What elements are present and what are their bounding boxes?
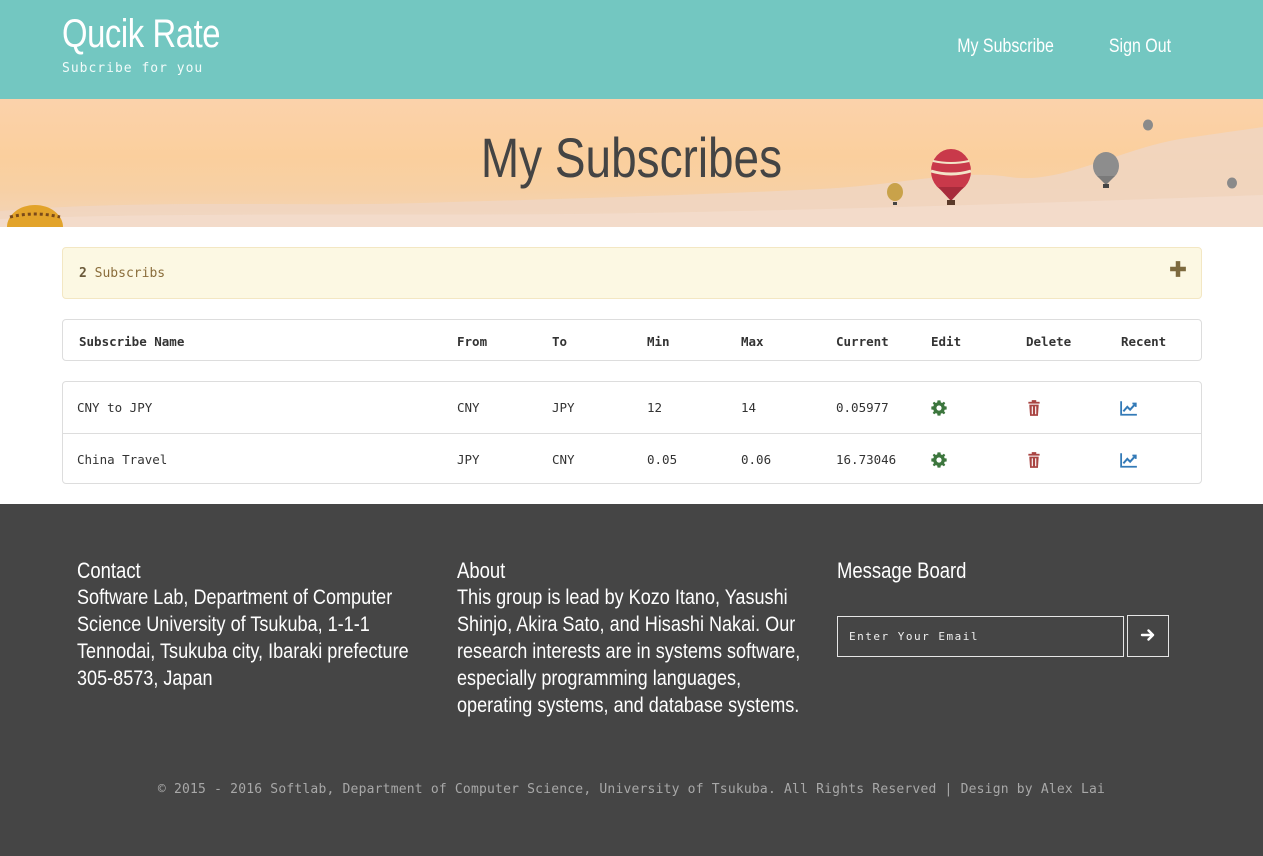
page-title: My Subscribes (480, 126, 783, 189)
subscription-table: CNY to JPY CNY JPY 12 14 0.05977 China T… (62, 381, 1202, 484)
gear-icon[interactable] (930, 451, 948, 469)
email-input[interactable] (837, 616, 1124, 657)
subscription-count-bar: 2 Subscribs (62, 247, 1202, 299)
row-name: China Travel (77, 452, 168, 467)
table-row: China Travel JPY CNY 0.05 0.06 16.73046 (63, 433, 1201, 484)
col-edit: Edit (931, 334, 962, 349)
plus-icon[interactable] (1169, 260, 1187, 278)
row-min: 12 (647, 400, 663, 415)
col-min: Min (647, 334, 670, 349)
nav-sign-out[interactable]: Sign Out (1109, 36, 1171, 58)
row-max: 0.06 (741, 452, 772, 467)
row-to: CNY (552, 452, 575, 467)
row-to: JPY (552, 400, 575, 415)
contact-text: Software Lab, Department of Computer Sci… (77, 585, 409, 690)
col-recent: Recent (1121, 334, 1167, 349)
about-text: This group is lead by Kozo Itano, Yasush… (457, 585, 801, 717)
col-from: From (457, 334, 488, 349)
trash-icon[interactable] (1025, 451, 1043, 469)
gear-icon[interactable] (930, 399, 948, 417)
col-current: Current (836, 334, 889, 349)
message-board-heading: Message Board (837, 558, 967, 583)
send-email-button[interactable] (1127, 615, 1169, 657)
copyright-text: © 2015 - 2016 Softlab, Department of Com… (157, 782, 1106, 797)
nav-my-subscribe[interactable]: My Subscribe (957, 36, 1054, 58)
count-number: 2 (79, 266, 87, 281)
row-from: JPY (457, 452, 480, 467)
site-title[interactable]: Qucik Rate (62, 12, 221, 57)
table-header: Subscribe Name From To Min Max Current E… (62, 319, 1202, 361)
row-current: 16.73046 (836, 452, 897, 467)
col-subscribe-name: Subscribe Name (79, 334, 185, 349)
row-from: CNY (457, 400, 480, 415)
contact-heading: Contact (77, 558, 141, 583)
brand[interactable]: Qucik Rate Subcribe for you (62, 12, 255, 76)
line-chart-icon[interactable] (1120, 451, 1138, 469)
subscription-count: 2 Subscribs (79, 266, 165, 281)
arrow-right-icon (1140, 628, 1155, 641)
line-chart-icon[interactable] (1120, 399, 1138, 417)
col-to: To (552, 334, 568, 349)
site-header: Qucik Rate Subcribe for you My Subscribe… (0, 0, 1263, 99)
row-name: CNY to JPY (77, 400, 153, 415)
about-heading: About (457, 558, 506, 583)
trash-icon[interactable] (1025, 399, 1043, 417)
row-current: 0.05977 (836, 400, 889, 415)
count-label: Subscribs (94, 266, 166, 281)
col-max: Max (741, 334, 764, 349)
site-footer: Contact Software Lab, Department of Comp… (0, 504, 1263, 856)
row-min: 0.05 (647, 452, 678, 467)
hero-banner: My Subscribes (0, 99, 1263, 227)
footer-about: About This group is lead by Kozo Itano, … (457, 558, 817, 719)
col-delete: Delete (1026, 334, 1072, 349)
table-row: CNY to JPY CNY JPY 12 14 0.05977 (63, 382, 1201, 433)
balloon-small-3 (1227, 177, 1237, 189)
top-nav: My Subscribe Sign Out (948, 36, 1177, 58)
row-max: 14 (741, 400, 757, 415)
footer-contact: Contact Software Lab, Department of Comp… (77, 558, 437, 692)
site-subtitle: Subcribe for you (62, 61, 204, 76)
footer-message-board: Message Board (837, 558, 991, 584)
